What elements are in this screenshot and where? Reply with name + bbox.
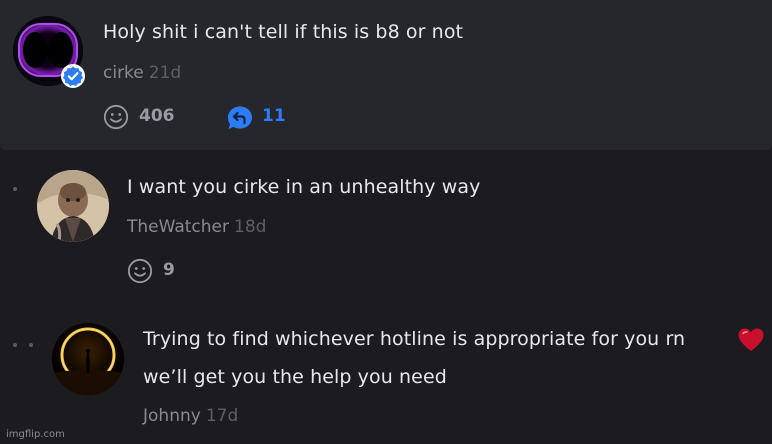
reply-count: 11 xyxy=(262,106,286,126)
timestamp: 18d xyxy=(234,217,267,237)
comment-text: I want you cirke in an unhealthy way xyxy=(127,176,481,198)
thread-dot xyxy=(29,343,33,347)
comment-meta: TheWatcher 18d xyxy=(127,217,266,237)
avatar-thewatcher[interactable] xyxy=(37,170,109,242)
avatar-image xyxy=(37,170,109,242)
comment-text-line-2: we’ll get you the help you need xyxy=(143,366,447,388)
like-count: 9 xyxy=(163,260,175,280)
thread-dot xyxy=(13,187,17,191)
like-count: 406 xyxy=(139,106,175,126)
username[interactable]: Johnny xyxy=(143,406,201,426)
avatar-johnny[interactable] xyxy=(52,323,124,395)
smiley-icon xyxy=(103,104,129,130)
comment-meta: Johnny 17d xyxy=(143,406,238,426)
thread-dot xyxy=(13,343,17,347)
timestamp: 21d xyxy=(148,63,182,83)
timestamp: 17d xyxy=(205,406,239,426)
reply-bubble-icon xyxy=(228,106,252,129)
username[interactable]: cirke xyxy=(103,63,144,83)
comment-text-line-1: Trying to find whichever hotline is appr… xyxy=(143,328,686,350)
username[interactable]: TheWatcher xyxy=(127,217,229,237)
smiley-icon xyxy=(127,258,153,284)
red-heart-icon xyxy=(737,327,765,353)
comment-text: Holy shit i can't tell if this is b8 or … xyxy=(103,21,464,43)
comment-cirke: Holy shit i can't tell if this is b8 or … xyxy=(0,0,772,150)
avatar-image xyxy=(52,323,124,395)
comment-meta: cirke 21d xyxy=(103,63,181,83)
watermark: imgflip.com xyxy=(6,429,65,440)
verified-badge-icon xyxy=(61,64,85,88)
